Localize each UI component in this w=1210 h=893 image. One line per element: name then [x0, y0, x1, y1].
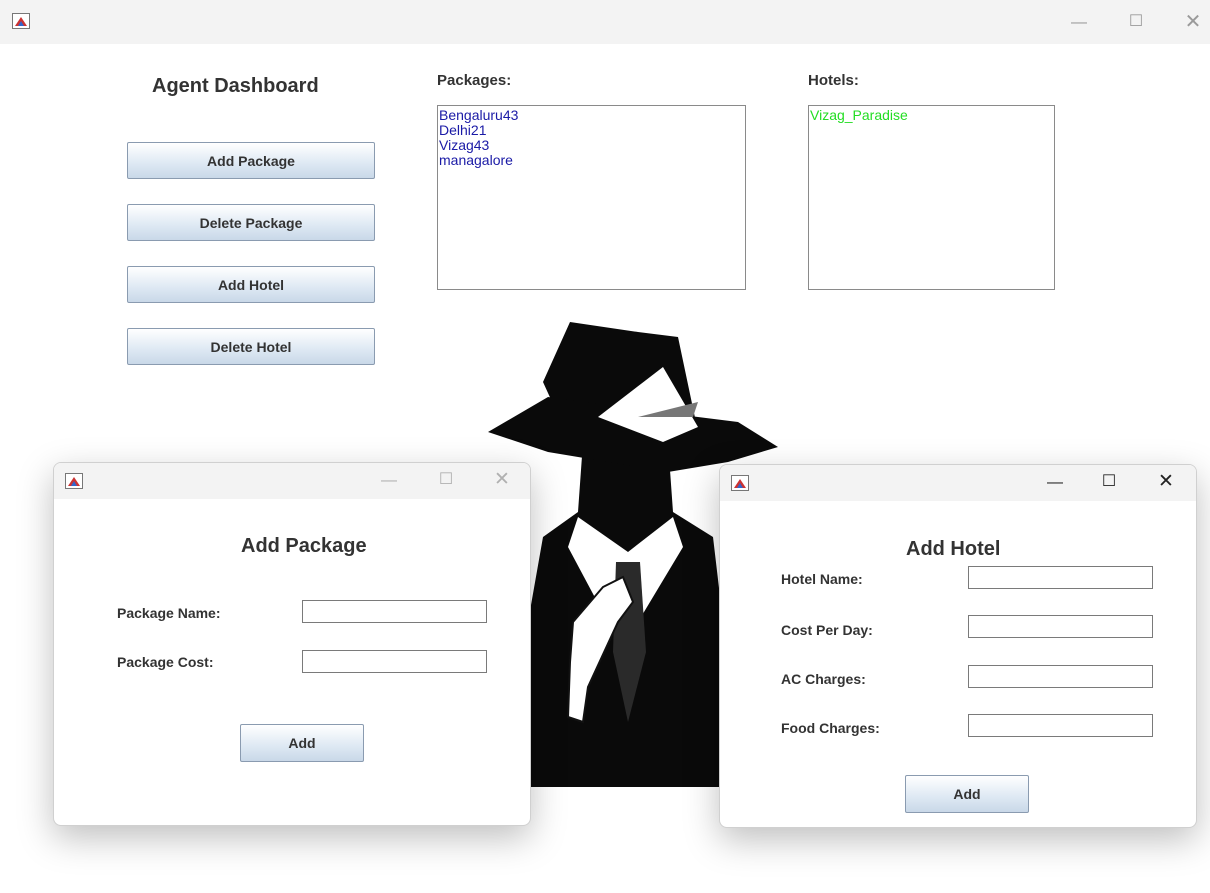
- add-button[interactable]: Add: [240, 724, 364, 762]
- hotel-name-input[interactable]: [968, 566, 1153, 589]
- list-item[interactable]: Delhi21: [439, 123, 745, 138]
- package-cost-label: Package Cost:: [117, 654, 214, 670]
- add-hotel-button[interactable]: Add Hotel: [127, 266, 375, 303]
- add-button[interactable]: Add: [905, 775, 1029, 813]
- packages-label: Packages:: [437, 72, 512, 89]
- close-icon[interactable]: ✕: [1181, 12, 1205, 32]
- dialog-title: Add Package: [241, 535, 367, 557]
- food-charges-input[interactable]: [968, 714, 1153, 737]
- ac-charges-input[interactable]: [968, 665, 1153, 688]
- ac-charges-label: AC Charges:: [781, 671, 866, 687]
- maximize-icon[interactable]: ☐: [1124, 12, 1148, 32]
- dialog-title: Add Hotel: [906, 538, 1001, 560]
- hotel-name-label: Hotel Name:: [781, 571, 863, 587]
- dialog-title-bar: — ☐ ✕: [720, 465, 1196, 501]
- list-item[interactable]: Bengaluru43: [439, 108, 745, 123]
- delete-package-button[interactable]: Delete Package: [127, 204, 375, 241]
- java-app-icon: [731, 475, 749, 491]
- maximize-icon[interactable]: ☐: [434, 470, 458, 490]
- package-name-label: Package Name:: [117, 605, 221, 621]
- hotels-label: Hotels:: [808, 72, 859, 89]
- food-charges-label: Food Charges:: [781, 720, 880, 736]
- main-title-bar: — ☐ ✕: [0, 0, 1210, 44]
- list-item[interactable]: Vizag_Paradise: [810, 108, 1054, 123]
- package-cost-input[interactable]: [302, 650, 487, 673]
- close-icon[interactable]: ✕: [1154, 472, 1178, 492]
- add-package-button[interactable]: Add Package: [127, 142, 375, 179]
- add-hotel-dialog: — ☐ ✕ Add Hotel Hotel Name: Cost Per Day…: [719, 464, 1197, 828]
- minimize-icon[interactable]: —: [377, 471, 401, 491]
- list-item[interactable]: managalore: [439, 153, 745, 168]
- packages-list[interactable]: Bengaluru43 Delhi21 Vizag43 managalore: [437, 105, 746, 290]
- list-item[interactable]: Vizag43: [439, 138, 745, 153]
- delete-hotel-button[interactable]: Delete Hotel: [127, 328, 375, 365]
- dialog-title-bar: — ☐ ✕: [54, 463, 530, 499]
- minimize-icon[interactable]: —: [1043, 473, 1067, 493]
- hotels-list[interactable]: Vizag_Paradise: [808, 105, 1055, 290]
- java-app-icon: [65, 473, 83, 489]
- cost-per-day-input[interactable]: [968, 615, 1153, 638]
- maximize-icon[interactable]: ☐: [1097, 472, 1121, 492]
- close-icon[interactable]: ✕: [490, 470, 514, 490]
- minimize-icon[interactable]: —: [1067, 13, 1091, 33]
- page-title: Agent Dashboard: [152, 75, 319, 97]
- java-app-icon: [12, 13, 30, 29]
- package-name-input[interactable]: [302, 600, 487, 623]
- add-package-dialog: — ☐ ✕ Add Package Package Name: Package …: [53, 462, 531, 826]
- cost-per-day-label: Cost Per Day:: [781, 622, 873, 638]
